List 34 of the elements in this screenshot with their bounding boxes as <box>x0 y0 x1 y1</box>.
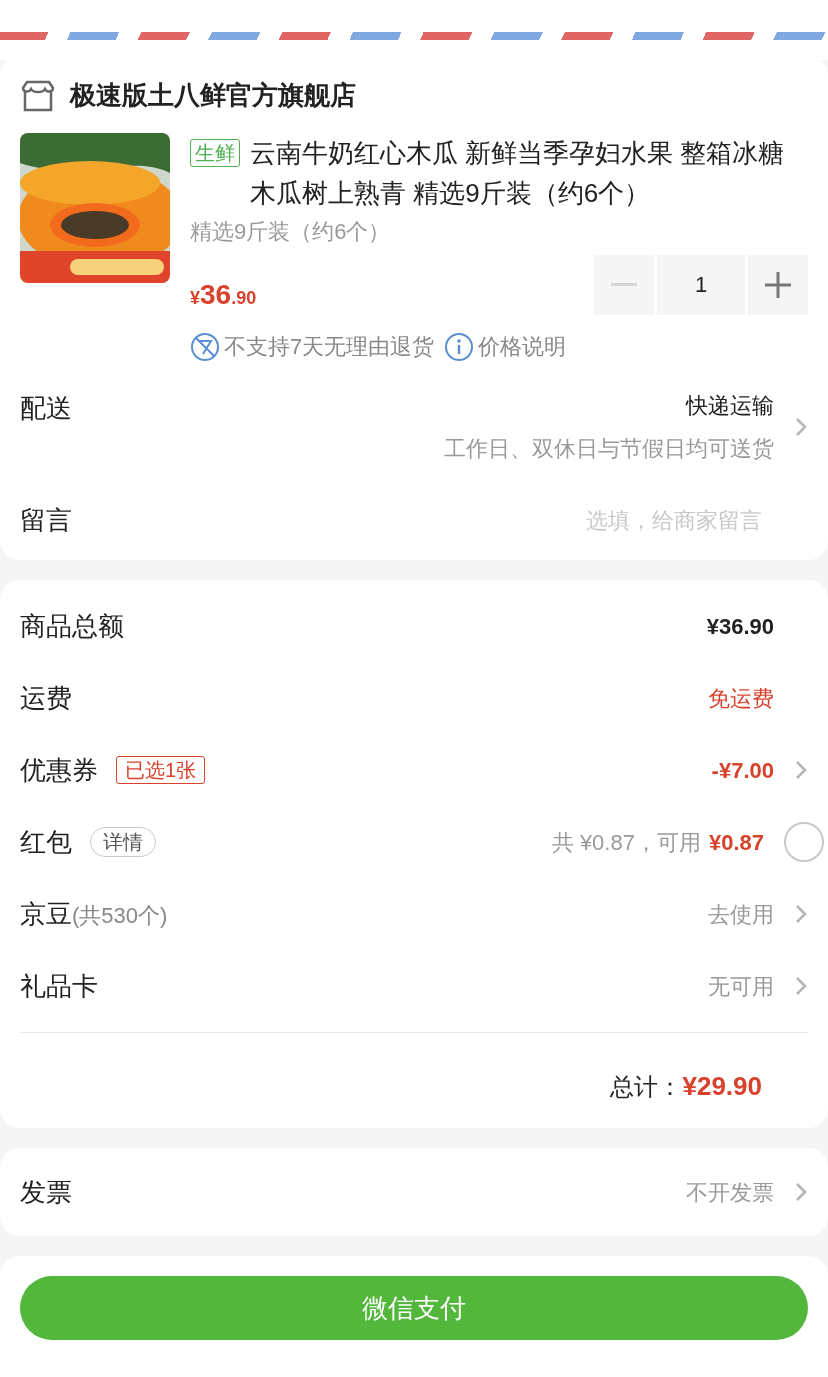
row-value: ¥0.87 <box>708 828 764 857</box>
note-text[interactable]: 不支持7天无理由退货 <box>224 330 435 363</box>
row-label: 红包 <box>20 825 72 859</box>
row-value: 共 ¥0.87，可用 <box>551 828 701 857</box>
row-value: 免运费 <box>708 684 774 713</box>
row-label: 礼品卡 <box>20 969 98 1003</box>
product-price: ¥36.90 <box>190 278 257 312</box>
row-value: 去使用 <box>708 900 774 929</box>
row-label: 发票 <box>20 1175 72 1209</box>
product-spec: 精选9斤装（约6个） <box>190 218 392 246</box>
total-amount: ¥29.90 <box>682 1070 762 1103</box>
row-value: ¥36.90 <box>706 612 774 641</box>
total-label: 总计： <box>610 1071 683 1102</box>
row-label: 运费 <box>20 681 72 715</box>
increase-button[interactable] <box>748 255 808 315</box>
info-icon <box>444 331 475 362</box>
radio-button[interactable] <box>784 822 824 862</box>
row-value: 无可用 <box>708 972 774 1001</box>
product-title[interactable]: 云南牛奶红心木瓜 新鲜当季孕妇水果 整箱冰糖木瓜树上熟青 精选9斤装（约6个） <box>250 133 808 213</box>
quantity-field[interactable]: 1 <box>657 255 745 315</box>
delivery-note: 工作日、双休日与节假日均可送货 <box>444 435 774 463</box>
fresh-tag: 生鲜 <box>190 139 240 167</box>
row-label: 优惠券 <box>20 753 98 787</box>
row-label: 配送 <box>20 392 72 425</box>
row-label: 留言 <box>20 504 72 537</box>
delivery-method[interactable]: 快递运输 <box>686 389 774 422</box>
row-tag[interactable]: 已选1张 <box>116 756 206 784</box>
row-value: -¥7.00 <box>711 756 774 785</box>
shop-name[interactable]: 极速版土八鲜官方旗舰店 <box>70 76 356 115</box>
plus-icon <box>765 272 791 298</box>
row-label: 京豆(共530个) <box>20 897 168 931</box>
note-text[interactable]: 价格说明 <box>478 330 567 363</box>
row-label: 商品总额 <box>20 609 124 643</box>
no-return-icon <box>190 331 220 362</box>
